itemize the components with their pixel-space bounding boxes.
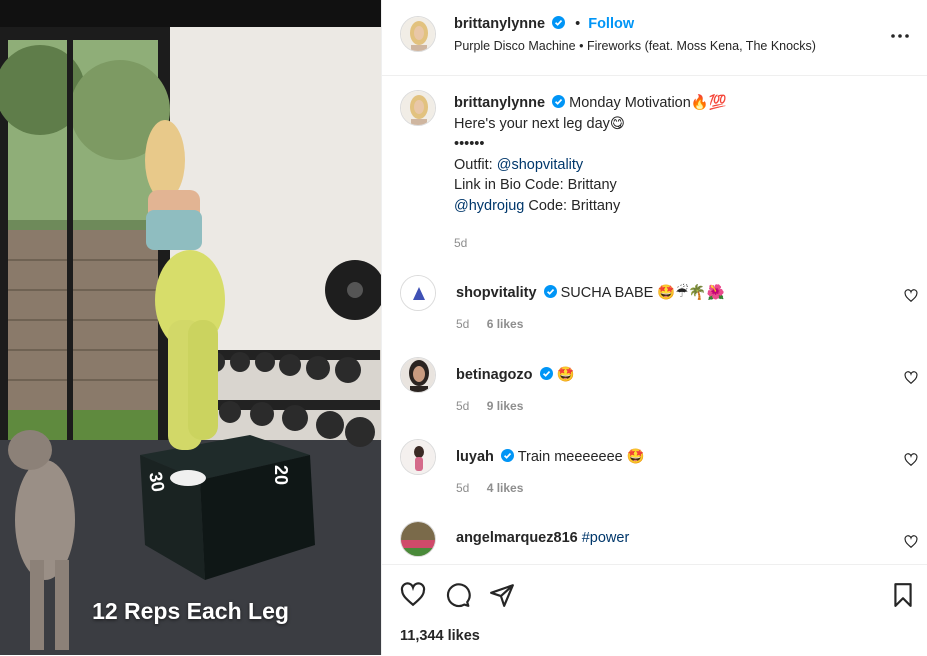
header-separator: • xyxy=(575,16,581,32)
media-overlay-text: 12 Reps Each Leg xyxy=(92,598,289,624)
comment-timestamp[interactable]: 5d xyxy=(456,399,469,413)
mention-link[interactable]: @hydrojug xyxy=(454,198,524,214)
comment-item: shopvitality SUCHA BABE 🤩☔🌴🌺 5d 6 likes xyxy=(382,275,927,355)
svg-text:30: 30 xyxy=(145,470,168,493)
follow-button[interactable]: Follow xyxy=(588,16,634,32)
comment-likes[interactable]: 6 likes xyxy=(487,317,524,331)
post-media[interactable]: 30 20 12 Reps Each Leg xyxy=(0,0,381,655)
post-caption: brittanylynne Monday Motivation🔥💯 Here's… xyxy=(454,93,894,253)
caption-line-6-suffix: Code: Brittany xyxy=(524,197,621,214)
bookmark-icon[interactable] xyxy=(890,582,916,608)
svg-text:20: 20 xyxy=(271,465,291,485)
comment-timestamp[interactable]: 5d xyxy=(456,317,469,331)
post-side-panel: brittanylynne • Follow Purple Disco Mach… xyxy=(381,0,927,656)
caption-author-avatar[interactable] xyxy=(400,90,436,126)
comment-item: betinagozo 🤩 5d 9 likes xyxy=(382,357,927,437)
caption-line-5: Link in Bio Code: Brittany xyxy=(454,177,617,194)
media-top-bar xyxy=(0,0,381,27)
heart-icon[interactable] xyxy=(400,582,426,608)
caption-timestamp[interactable]: 5d xyxy=(454,233,894,254)
commenter-avatar[interactable] xyxy=(400,275,436,311)
comment-text: Train meeeeeee 🤩 xyxy=(517,449,645,465)
comment-icon[interactable] xyxy=(445,582,471,608)
post-actions-bar: 11,344 likes xyxy=(382,564,927,656)
comment-item: luyah Train meeeeeee 🤩 5d 4 likes xyxy=(382,439,927,519)
commenter-avatar[interactable] xyxy=(400,357,436,393)
commenter-username[interactable]: angelmarquez816 xyxy=(456,530,578,546)
commenter-username[interactable]: shopvitality xyxy=(456,285,537,301)
caption-line-3: •••••• xyxy=(454,136,485,153)
caption-username[interactable]: brittanylynne xyxy=(454,95,545,111)
mention-link[interactable]: @shopvitality xyxy=(497,157,583,173)
more-icon[interactable] xyxy=(890,26,910,46)
author-avatar[interactable] xyxy=(400,16,436,52)
caption-line-2: Here's your next leg day😋 xyxy=(454,115,626,132)
heart-icon[interactable] xyxy=(904,371,918,385)
verified-badge-icon xyxy=(552,16,566,29)
likes-count[interactable]: 11,344 likes xyxy=(400,628,480,644)
post-photo: 30 20 xyxy=(0,0,381,655)
caption-line-1: Monday Motivation🔥💯 xyxy=(569,95,727,111)
commenter-username[interactable]: luyah xyxy=(456,449,494,465)
heart-icon[interactable] xyxy=(904,289,918,303)
caption-line-4-prefix: Outfit: xyxy=(454,156,497,173)
verified-badge-icon xyxy=(539,367,553,380)
post-header: brittanylynne • Follow Purple Disco Mach… xyxy=(382,0,927,76)
header-title-row: brittanylynne • Follow xyxy=(454,16,634,32)
audio-track: Fireworks (feat. Moss Kena, The Knocks) xyxy=(586,39,816,53)
comment-likes[interactable]: 9 likes xyxy=(487,399,524,413)
heart-icon[interactable] xyxy=(904,453,918,467)
comment-item: angelmarquez816 #power xyxy=(382,521,927,564)
commenter-avatar[interactable] xyxy=(400,521,436,557)
commenter-username[interactable]: betinagozo xyxy=(456,367,533,383)
comment-text: SUCHA BABE 🤩☔🌴🌺 xyxy=(560,285,725,301)
verified-badge-icon xyxy=(552,95,566,108)
verified-badge-icon xyxy=(543,285,557,298)
heart-icon[interactable] xyxy=(904,535,918,549)
commenter-avatar[interactable] xyxy=(400,439,436,475)
verified-badge-icon xyxy=(500,449,514,462)
audio-artist: Purple Disco Machine xyxy=(454,39,576,53)
comment-text: 🤩 xyxy=(556,367,575,383)
comment-timestamp[interactable]: 5d xyxy=(456,481,469,495)
audio-separator: • xyxy=(579,39,584,53)
audio-info[interactable]: Purple Disco Machine • Fireworks (feat. … xyxy=(454,39,816,53)
author-username[interactable]: brittanylynne xyxy=(454,16,545,32)
hashtag-link[interactable]: #power xyxy=(582,530,630,546)
comment-likes[interactable]: 4 likes xyxy=(487,481,524,495)
share-icon[interactable] xyxy=(489,582,515,608)
